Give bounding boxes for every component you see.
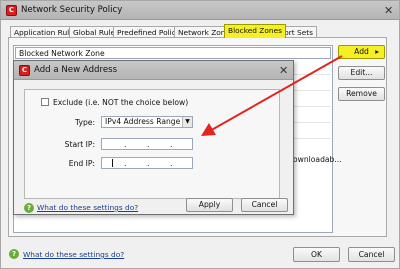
annotation-arrow <box>201 55 343 136</box>
annotation-arrow-line <box>207 55 343 133</box>
